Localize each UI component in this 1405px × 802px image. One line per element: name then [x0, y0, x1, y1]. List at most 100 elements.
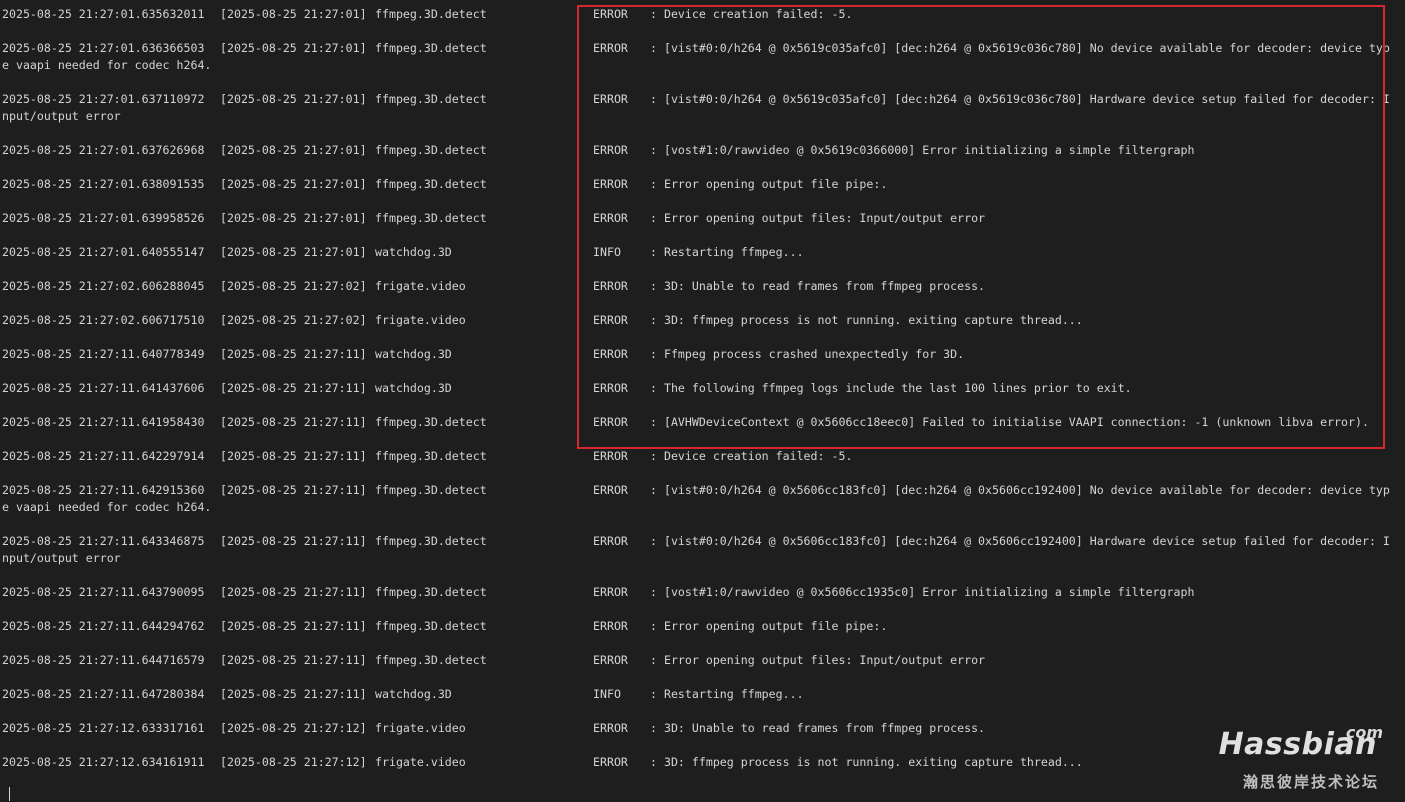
log-message: : 3D: ffmpeg process is not running. exi… [650, 312, 1397, 329]
log-timestamp: 2025-08-25 21:27:01.640555147 [2, 245, 205, 259]
log-message-text: : Error opening output file pipe:. [650, 177, 888, 191]
log-source: ffmpeg.3D.detect [375, 41, 487, 55]
log-source: watchdog.3D [375, 381, 452, 395]
log-source: ffmpeg.3D.detect [375, 449, 487, 463]
log-entry: 2025-08-25 21:27:11.644294762 [2025-08-25… [0, 612, 1405, 646]
log-timestamp: 2025-08-25 21:27:11.647280384 [2, 687, 205, 701]
log-message: : Restarting ffmpeg... [650, 244, 1397, 261]
log-message: : Device creation failed: -5. [650, 6, 1397, 23]
log-entry: 2025-08-25 21:27:11.642297914 [2025-08-25… [0, 442, 1405, 476]
log-entry: 2025-08-25 21:27:12.634161911 [2025-08-25… [0, 748, 1405, 782]
log-message: : 3D: Unable to read frames from ffmpeg … [650, 278, 1397, 295]
log-message: : [vist#0:0/h264 @ 0x5619c035afc0] [dec:… [650, 40, 1397, 57]
log-level: INFO [593, 245, 621, 259]
log-message: : [vist#0:0/h264 @ 0x5619c035afc0] [dec:… [650, 91, 1397, 108]
log-source: ffmpeg.3D.detect [375, 177, 487, 191]
log-entry: 2025-08-25 21:27:11.641437606 [2025-08-25… [0, 374, 1405, 408]
log-timestamp: 2025-08-25 21:27:02.606288045 [2, 279, 205, 293]
log-entry: 2025-08-25 21:27:11.647280384 [2025-08-25… [0, 680, 1405, 714]
log-timestamp: 2025-08-25 21:27:11.642297914 [2, 449, 205, 463]
log-timestamp: 2025-08-25 21:27:11.644716579 [2, 653, 205, 667]
log-source: frigate.video [375, 279, 466, 293]
log-source: watchdog.3D [375, 347, 452, 361]
log-source: ffmpeg.3D.detect [375, 619, 487, 633]
log-source: ffmpeg.3D.detect [375, 143, 487, 157]
log-entry: 2025-08-25 21:27:02.606288045 [2025-08-25… [0, 272, 1405, 306]
log-message-text: : [vist#0:0/h264 @ 0x5606cc183fc0] [dec:… [650, 534, 1390, 548]
log-level: ERROR [593, 143, 628, 157]
log-message-text: : 3D: ffmpeg process is not running. exi… [650, 313, 1083, 327]
log-output[interactable]: 2025-08-25 21:27:01.635632011 [2025-08-25… [0, 0, 1405, 782]
log-message-continuation: e vaapi needed for codec h264. [2, 500, 212, 514]
log-source: ffmpeg.3D.detect [375, 92, 487, 106]
log-time: [2025-08-25 21:27:12] [220, 721, 367, 735]
log-timestamp: 2025-08-25 21:27:12.633317161 [2, 721, 205, 735]
log-message-text: : Device creation failed: -5. [650, 449, 853, 463]
log-time: [2025-08-25 21:27:11] [220, 534, 367, 548]
log-message-text: : Device creation failed: -5. [650, 7, 853, 21]
log-time: [2025-08-25 21:27:11] [220, 653, 367, 667]
log-message: : [vost#1:0/rawvideo @ 0x5606cc1935c0] E… [650, 584, 1397, 601]
log-level: ERROR [593, 211, 628, 225]
log-time: [2025-08-25 21:27:11] [220, 585, 367, 599]
log-message-text: : [vost#1:0/rawvideo @ 0x5606cc1935c0] E… [650, 585, 1195, 599]
log-timestamp: 2025-08-25 21:27:11.642915360 [2, 483, 205, 497]
text-cursor [9, 787, 10, 801]
log-level: ERROR [593, 7, 628, 21]
log-timestamp: 2025-08-25 21:27:01.635632011 [2, 7, 205, 21]
log-source: ffmpeg.3D.detect [375, 7, 487, 21]
log-level: ERROR [593, 585, 628, 599]
log-timestamp: 2025-08-25 21:27:01.636366503 [2, 41, 205, 55]
log-time: [2025-08-25 21:27:02] [220, 313, 367, 327]
log-level: ERROR [593, 347, 628, 361]
log-entry: 2025-08-25 21:27:11.640778349 [2025-08-25… [0, 340, 1405, 374]
log-timestamp: 2025-08-25 21:27:01.637110972 [2, 92, 205, 106]
log-timestamp: 2025-08-25 21:27:01.639958526 [2, 211, 205, 225]
log-message-text: : [vost#1:0/rawvideo @ 0x5619c0366000] E… [650, 143, 1195, 157]
log-message-text: : Restarting ffmpeg... [650, 687, 804, 701]
log-time: [2025-08-25 21:27:11] [220, 381, 367, 395]
log-source: ffmpeg.3D.detect [375, 653, 487, 667]
log-timestamp: 2025-08-25 21:27:11.641437606 [2, 381, 205, 395]
log-level: ERROR [593, 619, 628, 633]
log-level: ERROR [593, 313, 628, 327]
log-source: frigate.video [375, 721, 466, 735]
log-message-text: : [vist#0:0/h264 @ 0x5619c035afc0] [dec:… [650, 41, 1390, 55]
log-level: ERROR [593, 279, 628, 293]
log-timestamp: 2025-08-25 21:27:01.637626968 [2, 143, 205, 157]
log-source: watchdog.3D [375, 245, 452, 259]
log-time: [2025-08-25 21:27:01] [220, 41, 367, 55]
log-source: ffmpeg.3D.detect [375, 585, 487, 599]
log-message: : Error opening output file pipe:. [650, 176, 1397, 193]
log-timestamp: 2025-08-25 21:27:11.643346875 [2, 534, 205, 548]
log-entry: 2025-08-25 21:27:01.637110972 [2025-08-25… [0, 85, 1405, 136]
log-time: [2025-08-25 21:27:11] [220, 415, 367, 429]
log-time: [2025-08-25 21:27:11] [220, 619, 367, 633]
log-level: ERROR [593, 534, 628, 548]
log-source: ffmpeg.3D.detect [375, 415, 487, 429]
log-source: ffmpeg.3D.detect [375, 534, 487, 548]
log-entry: 2025-08-25 21:27:11.643790095 [2025-08-25… [0, 578, 1405, 612]
log-source: ffmpeg.3D.detect [375, 211, 487, 225]
log-message: : Ffmpeg process crashed unexpectedly fo… [650, 346, 1397, 363]
log-time: [2025-08-25 21:27:11] [220, 347, 367, 361]
log-timestamp: 2025-08-25 21:27:11.643790095 [2, 585, 205, 599]
log-message-continuation: nput/output error [2, 109, 121, 123]
log-level: ERROR [593, 92, 628, 106]
log-entry: 2025-08-25 21:27:11.641958430 [2025-08-25… [0, 408, 1405, 442]
log-entry: 2025-08-25 21:27:01.639958526 [2025-08-25… [0, 204, 1405, 238]
log-entry: 2025-08-25 21:27:01.636366503 [2025-08-25… [0, 34, 1405, 85]
log-time: [2025-08-25 21:27:11] [220, 449, 367, 463]
log-entry: 2025-08-25 21:27:02.606717510 [2025-08-25… [0, 306, 1405, 340]
watermark-logo: com Hassbian 瀚思彼岸技术论坛 [1219, 724, 1383, 794]
log-time: [2025-08-25 21:27:12] [220, 755, 367, 769]
log-message-text: : [AVHWDeviceContext @ 0x5606cc18eec0] F… [650, 415, 1369, 429]
log-message-text: : [vist#0:0/h264 @ 0x5606cc183fc0] [dec:… [650, 483, 1390, 497]
log-level: ERROR [593, 721, 628, 735]
log-timestamp: 2025-08-25 21:27:11.640778349 [2, 347, 205, 361]
log-source: frigate.video [375, 755, 466, 769]
log-message-text: : 3D: Unable to read frames from ffmpeg … [650, 279, 986, 293]
log-message: : The following ffmpeg logs include the … [650, 380, 1397, 397]
log-time: [2025-08-25 21:27:01] [220, 7, 367, 21]
log-message-text: : 3D: Unable to read frames from ffmpeg … [650, 721, 986, 735]
